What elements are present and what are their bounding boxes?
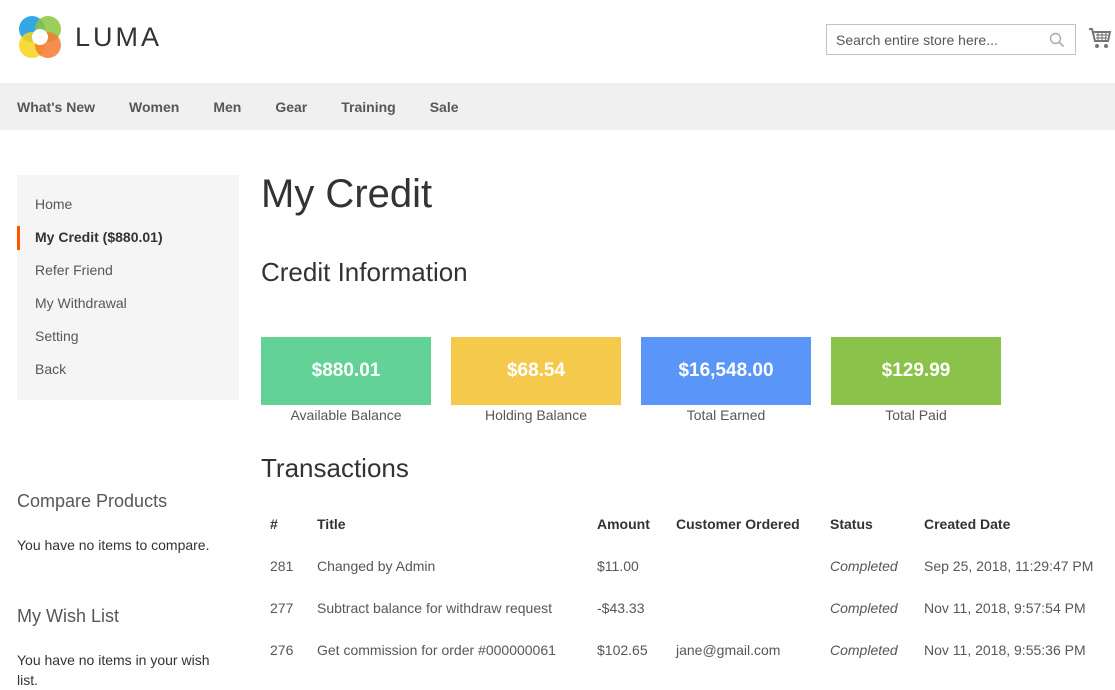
credit-summary-cards: $880.01 Available Balance $68.54 Holding… [261,337,1021,423]
wishlist-title: My Wish List [17,606,120,626]
transaction-status: Completed [830,642,898,658]
transaction-customer: jane@gmail.com [676,642,781,658]
nav-item-men[interactable]: Men [213,99,241,115]
compare-products-title: Compare Products [17,491,168,511]
table-row: 281 Changed by Admin $11.00 Completed Se… [261,545,1102,587]
search-box [826,24,1076,55]
table-header-row: # Title Amount Customer Ordered Status C… [261,503,1102,545]
transaction-status: Completed [830,600,898,616]
nav-item-gear[interactable]: Gear [275,99,307,115]
total-earned-label: Total Earned [686,407,766,423]
transaction-status: Completed [830,558,898,574]
transaction-id: 281 [270,558,294,574]
transaction-date: Nov 11, 2018, 9:55:36 PM [924,642,1086,658]
transaction-title: Get commission for order #000000061 [317,642,556,658]
transaction-amount: $102.65 [597,642,648,658]
total-paid-card: $129.99 Total Paid [831,337,1001,423]
table-row: 276 Get commission for order #000000061 … [261,629,1102,671]
transaction-date: Sep 25, 2018, 11:29:47 PM [924,558,1094,574]
holding-balance-value: $68.54 [451,337,621,405]
transaction-id: 277 [270,600,294,616]
sidebar-item-my-withdrawal[interactable]: My Withdrawal [17,287,239,320]
wishlist-empty-text: You have no items in your wish list. [17,652,210,688]
sidebar-item-my-credit[interactable]: My Credit ($880.01) [17,221,239,254]
holding-balance-label: Holding Balance [485,407,587,423]
available-balance-card: $880.01 Available Balance [261,337,431,423]
column-header-created-date: Created Date [924,516,1011,532]
sidebar-item-setting[interactable]: Setting [17,320,239,353]
cart-icon[interactable] [1088,26,1112,50]
transaction-amount: -$43.33 [597,600,645,616]
luma-logo[interactable]: LUMA [17,14,162,60]
search-icon[interactable] [1049,32,1065,48]
luma-logo-icon [19,16,61,58]
total-earned-card: $16,548.00 Total Earned [641,337,811,423]
nav-item-training[interactable]: Training [341,99,395,115]
total-paid-label: Total Paid [885,407,947,423]
compare-products-empty-text: You have no items to compare. [17,537,210,553]
transaction-title: Subtract balance for withdraw request [317,600,553,616]
page-header: LUMA [0,0,1115,83]
credit-information-title: Credit Information [261,257,468,287]
search-input[interactable] [827,25,1037,54]
nav-item-women[interactable]: Women [129,99,179,115]
column-header-customer-ordered: Customer Ordered [676,516,800,532]
holding-balance-card: $68.54 Holding Balance [451,337,621,423]
nav-item-whats-new[interactable]: What's New [17,99,95,115]
column-header-status: Status [830,516,873,532]
available-balance-value: $880.01 [261,337,431,405]
transaction-amount: $11.00 [597,558,639,574]
main-navigation: What's New Women Men Gear Training Sale [0,83,1115,130]
transaction-id: 276 [270,642,294,658]
transactions-title: Transactions [261,453,409,483]
nav-item-sale[interactable]: Sale [430,99,459,115]
total-earned-value: $16,548.00 [641,337,811,405]
column-header-amount: Amount [597,516,650,532]
column-header-id: # [270,516,278,532]
sidebar-item-back[interactable]: Back [17,353,239,386]
transaction-title: Changed by Admin [317,558,436,574]
transaction-customer [667,587,821,629]
column-header-title: Title [317,516,346,532]
total-paid-value: $129.99 [831,337,1001,405]
available-balance-label: Available Balance [290,407,402,423]
page-title: My Credit [261,172,433,216]
brand-name: LUMA [75,21,163,52]
transactions-table: # Title Amount Customer Ordered Status C… [261,503,1102,671]
transaction-date: Nov 11, 2018, 9:57:54 PM [924,600,1086,616]
account-sidebar-nav: Home My Credit ($880.01) Refer Friend My… [17,175,239,400]
sidebar-item-refer-friend[interactable]: Refer Friend [17,254,239,287]
sidebar-item-home[interactable]: Home [17,188,239,221]
table-row: 277 Subtract balance for withdraw reques… [261,587,1102,629]
transaction-customer [667,545,821,587]
